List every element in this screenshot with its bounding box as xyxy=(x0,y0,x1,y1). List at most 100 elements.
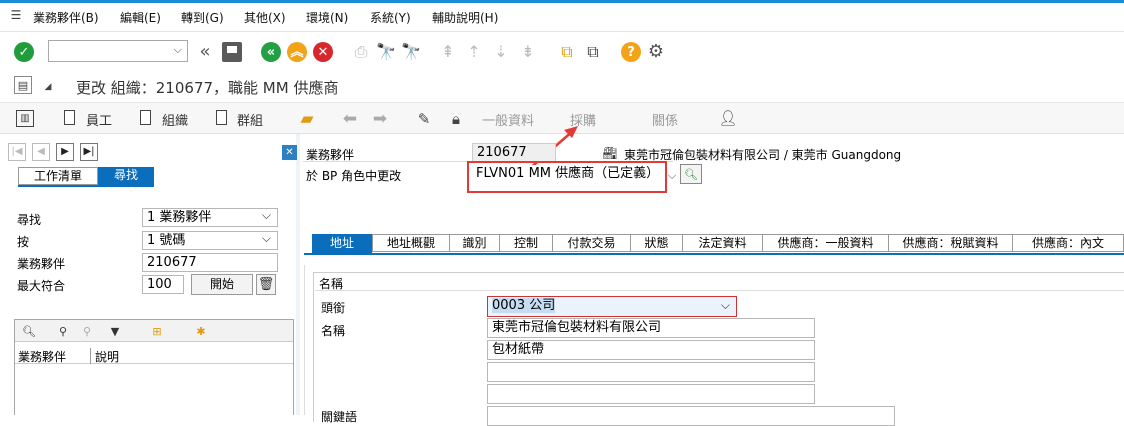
tab-worklist[interactable]: 工作清單 xyxy=(18,167,98,185)
role-display-icon[interactable]: 🔍︎ xyxy=(680,164,702,184)
first-icon[interactable]: |◀ xyxy=(8,143,26,161)
menu-help[interactable]: 輔助說明(H) xyxy=(432,9,498,26)
layout-icon[interactable]: ▥ xyxy=(16,110,34,127)
find-binoculars-icon[interactable]: ⚲ xyxy=(55,323,71,339)
arrow-right-icon: ➡ xyxy=(372,108,388,129)
find-label: 尋找 xyxy=(17,213,42,227)
tab-label: 法定資料 xyxy=(698,236,747,250)
exit-icon[interactable]: ︽ xyxy=(287,42,307,62)
tab-vendor-texts[interactable]: 供應商：內文 xyxy=(1013,234,1124,252)
chevron-down-icon[interactable]: ⌵ xyxy=(174,43,182,57)
tab-find[interactable]: 尋找 xyxy=(98,167,154,185)
tab-label: 供應商：稅賦資料 xyxy=(902,236,999,250)
group-document-icon[interactable] xyxy=(216,110,227,125)
menu-extras[interactable]: 其他(X) xyxy=(244,9,286,26)
tab-underline xyxy=(18,185,154,187)
shortcut-icon[interactable]: ⧉ xyxy=(583,42,603,62)
organization-document-icon[interactable] xyxy=(140,110,151,125)
find-next-binoculars-icon: ⚲ xyxy=(82,324,92,338)
by-select[interactable]: 1 號碼 xyxy=(142,230,278,250)
title-select[interactable]: 0003 公司 ⌵ xyxy=(487,296,737,317)
create-person-button[interactable]: 員工 xyxy=(86,110,112,129)
glasses-pencil-icon[interactable]: ✎ xyxy=(414,109,434,129)
tab-address-label: 地址 xyxy=(329,236,354,250)
col-bp-header[interactable]: 業務夥伴 xyxy=(18,348,66,365)
last-icon[interactable]: ▶| xyxy=(80,143,98,161)
tab-label: 狀態 xyxy=(644,236,669,250)
previous-icon[interactable]: ◀ xyxy=(32,143,50,161)
create-group-button[interactable]: 群組 xyxy=(237,110,263,129)
tab-payment-transactions[interactable]: 付款交易 xyxy=(553,234,631,252)
find-next-icon: 🔭 xyxy=(401,42,421,61)
tab-legal-data[interactable]: 法定資料 xyxy=(683,234,763,252)
name4-input[interactable] xyxy=(487,384,815,404)
lock-icon[interactable]: 🔒︎ xyxy=(446,109,466,129)
menu-goto[interactable]: 轉到(G) xyxy=(181,9,224,26)
name2-input[interactable]: 包材紙帶 xyxy=(487,340,815,360)
tab-address[interactable]: 地址 xyxy=(312,234,372,253)
menu-edit[interactable]: 編輯(E) xyxy=(120,9,161,26)
cancel-icon[interactable]: ✕ xyxy=(313,42,333,62)
add-icon[interactable]: ✱ xyxy=(193,323,209,339)
tab-label: 識別 xyxy=(462,236,487,250)
tab-address-overview[interactable]: 地址概觀 xyxy=(372,234,450,252)
filter-icon[interactable]: ▼ xyxy=(107,323,123,339)
tab-label: 付款交易 xyxy=(567,236,616,250)
menu-bar: ☰ 業務夥伴(B) 編輯(E) 轉到(G) 其他(X) 環境(N) 系統(Y) … xyxy=(0,0,1124,32)
person-list-icon[interactable]: 👤︎ xyxy=(718,108,738,128)
collapse-icon[interactable]: « xyxy=(196,42,214,62)
create-organization-button[interactable]: 組織 xyxy=(162,110,188,129)
person-document-icon[interactable] xyxy=(64,110,75,125)
section-title-rule xyxy=(315,290,1124,291)
name1-input[interactable]: 東莞市冠倫包裝材料有限公司 xyxy=(487,318,815,338)
tab-control[interactable]: 控制 xyxy=(500,234,553,252)
max-hits-input[interactable]: 100 xyxy=(142,275,184,294)
bp-input[interactable]: 210677 xyxy=(142,253,278,272)
enter-icon[interactable]: ✓ xyxy=(14,42,34,62)
command-field[interactable]: ⌵ xyxy=(48,40,188,62)
start-button[interactable]: 開始 xyxy=(191,274,253,295)
menu-list-icon[interactable]: ▤ xyxy=(14,76,32,94)
new-session-icon[interactable]: ⧉ xyxy=(557,42,577,62)
tab-vendor-tax-data[interactable]: 供應商：稅賦資料 xyxy=(889,234,1013,252)
last-page-icon: ⇟ xyxy=(521,42,535,61)
close-pane-icon[interactable]: ✕ xyxy=(282,145,297,160)
max-hits-value: 100 xyxy=(147,277,172,292)
tab-status[interactable]: 狀態 xyxy=(631,234,683,252)
back-icon[interactable]: « xyxy=(261,42,281,62)
page-title: 更改 組織：210677，職能 MM 供應商 xyxy=(76,79,339,97)
result-toolbar: 🔍︎ ⚲ ⚲ ▼ ⊞ ✱ xyxy=(15,320,293,342)
search-term-input[interactable] xyxy=(487,406,895,426)
name3-input[interactable] xyxy=(487,362,815,382)
title-select-value: 0003 公司 xyxy=(492,298,556,313)
menu-environment[interactable]: 環境(N) xyxy=(306,9,348,26)
pane-splitter[interactable] xyxy=(296,134,300,415)
open-icon[interactable]: ▰ xyxy=(297,109,317,129)
menu-business-partner[interactable]: 業務夥伴(B) xyxy=(33,9,99,26)
menu-system[interactable]: 系統(Y) xyxy=(370,9,411,26)
trash-icon[interactable]: 🗑︎ xyxy=(256,274,276,295)
help-icon[interactable]: ? xyxy=(621,42,641,62)
dropdown-icon[interactable]: ◢ xyxy=(44,82,52,91)
tab-label: 控制 xyxy=(513,236,538,250)
role-chevron-down-icon[interactable]: ⌵ xyxy=(667,168,677,182)
save-icon[interactable] xyxy=(222,42,242,62)
role-highlight-box xyxy=(467,161,667,193)
zoom-icon[interactable]: 🔍︎ xyxy=(21,323,37,339)
title-chevron-down-icon[interactable]: ⌵ xyxy=(721,297,730,313)
find-select[interactable]: 1 業務夥伴 xyxy=(142,207,278,227)
settings-gear-icon[interactable]: ⚙ xyxy=(646,42,666,62)
standard-toolbar: ✓ ⌵ « « ︽ ✕ ⎙ 🔭 🔭 ⇞ ⇡ ⇣ ⇟ ⧉ ⧉ ? ⚙ xyxy=(0,32,1124,74)
tab-worklist-label: 工作清單 xyxy=(33,169,82,183)
next-icon[interactable]: ▶ xyxy=(56,143,74,161)
arrow-left-icon: ⬅ xyxy=(342,108,358,129)
col-divider xyxy=(90,348,91,364)
layout-grid-icon[interactable]: ⊞ xyxy=(149,323,165,339)
menu-icon[interactable]: ☰ xyxy=(9,8,23,22)
tab-vendor-general-data[interactable]: 供應商：一般資料 xyxy=(763,234,889,252)
relationships-button[interactable]: 關係 xyxy=(652,110,678,129)
col-desc-header[interactable]: 說明 xyxy=(95,348,119,365)
tab-baseline xyxy=(304,253,1124,255)
header-bp-value: 210677 xyxy=(472,143,556,162)
tab-identification[interactable]: 識別 xyxy=(450,234,500,252)
